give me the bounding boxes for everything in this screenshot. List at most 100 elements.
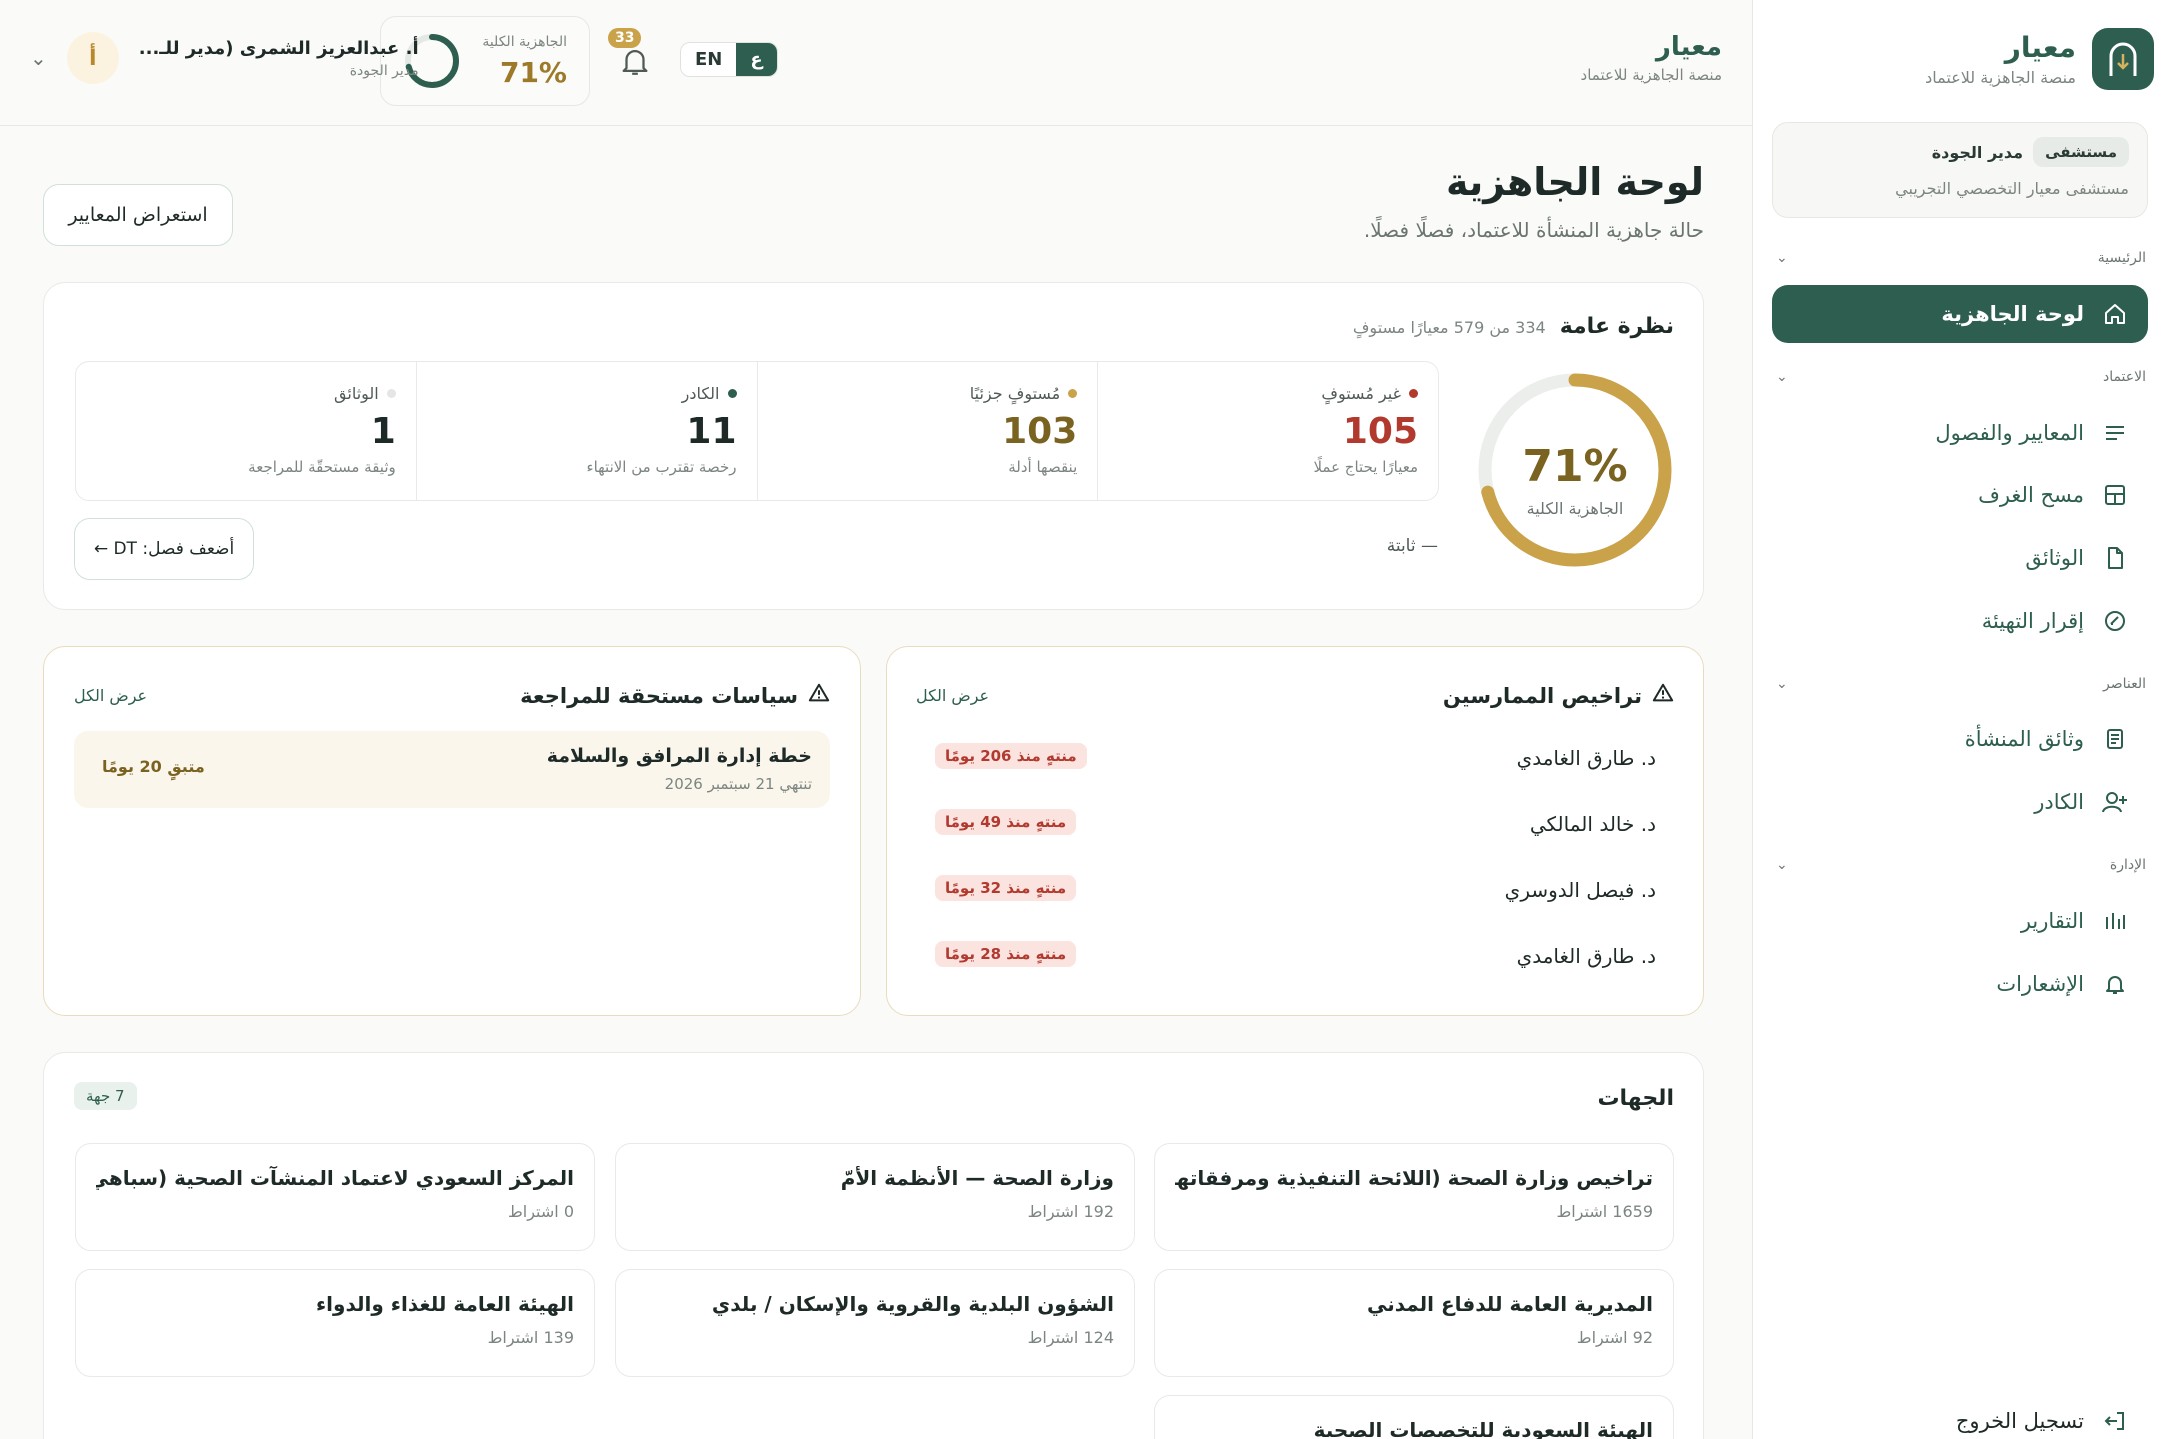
- status-dot-icon: [1068, 389, 1078, 398]
- licenses-header: تراخيص الممارسين: [1443, 682, 1674, 709]
- warning-icon: [1652, 682, 1674, 709]
- status-dot-icon: [1409, 389, 1418, 398]
- stat-label: الكادر: [681, 384, 720, 403]
- overview-header: نظرة عامة 334 من 579 معيارًا مستوفٍ: [1353, 314, 1674, 339]
- topbar-brand: معيار منصة الجاهزية للاعتماد: [1581, 32, 1722, 84]
- readiness-mini-value: 71%: [499, 55, 567, 89]
- entity-count: 0 اشتراط: [507, 1202, 574, 1221]
- logout-icon: [2102, 1408, 2128, 1434]
- licenses-title: تراخيص الممارسين: [1442, 683, 1642, 708]
- entity-name: الهيئة السعودية للتخصصات الصحية: [1313, 1418, 1653, 1439]
- policy-name: خطة إدارة المرافق والسلامة: [546, 745, 812, 767]
- license-status-badge: منتهٍ منذ 49 يومًا: [935, 809, 1077, 835]
- license-row-name[interactable]: د. طارق الغامدي: [1517, 746, 1656, 770]
- sidebar-item-documents[interactable]: الوثائق: [1772, 529, 2148, 587]
- sidebar-item-notifications[interactable]: الإشعارات: [1772, 955, 2148, 1013]
- stat-value: 105: [1342, 411, 1418, 452]
- stat-value: 11: [686, 411, 737, 452]
- readiness-ring-value: 71%: [1522, 441, 1627, 492]
- nav-section-label: الرئيسية: [2097, 250, 2146, 266]
- sign-icon: [2102, 608, 2128, 634]
- status-dot-icon: [386, 389, 396, 398]
- sidebar-item-readiness-declaration[interactable]: إقرار التهيئة: [1772, 592, 2148, 650]
- file-list-icon: [2102, 726, 2128, 752]
- status-dot-icon: [727, 389, 737, 398]
- chevron-down-icon[interactable]: ⌄: [1776, 369, 1788, 385]
- entity-name: المركز السعودي لاعتماد المنشآت الصحية (س…: [96, 1166, 574, 1190]
- logout-button[interactable]: تسجيل الخروج: [1772, 1392, 2148, 1439]
- stat-staff[interactable]: الكادر 11 رخصة تقترب من الانتهاء: [415, 362, 757, 500]
- nav-section-accreditation[interactable]: الاعتماد ⌄: [1776, 369, 2146, 385]
- language-switcher[interactable]: EN ع: [680, 42, 778, 77]
- notification-bell-icon[interactable]: [618, 44, 652, 82]
- chevron-down-icon[interactable]: ⌄: [1776, 857, 1788, 873]
- stat-value: 1: [370, 411, 396, 452]
- chevron-down-icon[interactable]: ⌄: [1776, 250, 1788, 266]
- nav-section-label: العناصر: [2102, 676, 2146, 692]
- license-row-name[interactable]: د. خالد المالكي: [1530, 812, 1656, 836]
- entity-card[interactable]: الشؤون البلدية والقروية والإسكان / بلدي …: [615, 1269, 1135, 1377]
- lang-ar-button[interactable]: ع: [736, 43, 777, 76]
- stat-label: مُستوفٍ جزئيًا: [969, 384, 1061, 403]
- license-row-name[interactable]: د. طارق الغامدي: [1517, 944, 1656, 968]
- brand-logo-icon: [2092, 28, 2154, 90]
- sidebar-item-reports[interactable]: التقارير: [1772, 892, 2148, 950]
- sidebar-item-label: إقرار التهيئة: [1981, 609, 2084, 633]
- bars-icon: [2102, 908, 2128, 934]
- trend-indicator: — ثابتة: [1386, 536, 1438, 556]
- avatar[interactable]: أ: [66, 32, 119, 84]
- entity-name: الهيئة العامة للغذاء والدواء: [315, 1292, 574, 1316]
- topbar-brand-subtitle: منصة الجاهزية للاعتماد: [1580, 66, 1722, 84]
- stat-caption: وثيقة مستحقّة للمراجعة: [248, 458, 396, 476]
- nav-section-main[interactable]: الرئيسية ⌄: [1776, 250, 2146, 266]
- nav-section-elements[interactable]: العناصر ⌄: [1776, 676, 2146, 692]
- bell-icon: [2102, 971, 2128, 997]
- entity-card[interactable]: وزارة الصحة — الأنظمة الأمّ 192 اشتراط: [615, 1143, 1135, 1251]
- sidebar-item-label: لوحة الجاهزية: [1941, 302, 2084, 326]
- sidebar-item-dashboard[interactable]: لوحة الجاهزية: [1772, 285, 2148, 343]
- stat-documents[interactable]: الوثائق 1 وثيقة مستحقّة للمراجعة: [76, 362, 416, 500]
- readiness-ring-label: الجاهزية الكلية: [1527, 499, 1624, 519]
- sidebar-item-staff[interactable]: الكادر: [1772, 773, 2148, 831]
- sidebar-item-standards[interactable]: المعايير والفصول: [1772, 404, 2148, 462]
- entity-name: الشؤون البلدية والقروية والإسكان / بلدي: [711, 1292, 1114, 1316]
- stat-partially-met[interactable]: مُستوفٍ جزئيًا 103 ينقصها أدلة: [756, 362, 1098, 500]
- policy-remaining-badge: متبقٍ 20 يومًا: [102, 757, 205, 776]
- page-title: لوحة الجاهزية: [1445, 160, 1704, 204]
- user-menu[interactable]: ⌄ أ أ. عبدالعزيز الشمرى (مدير للـ... مدي…: [30, 32, 419, 84]
- entity-card[interactable]: الهيئة السعودية للتخصصات الصحية: [1154, 1395, 1674, 1439]
- entity-card[interactable]: المركز السعودي لاعتماد المنشآت الصحية (س…: [75, 1143, 595, 1251]
- sidebar-item-label: وثائق المنشأة: [1964, 727, 2084, 751]
- lang-en-button[interactable]: EN: [681, 43, 737, 76]
- license-row-name[interactable]: د. فيصل الدوسري: [1505, 878, 1656, 902]
- entity-card[interactable]: المديرية العامة للدفاع المدني 92 اشتراط: [1154, 1269, 1674, 1377]
- warning-icon: [808, 682, 830, 709]
- sidebar-brand: معيار منصة الجاهزية للاعتماد: [1833, 28, 2154, 90]
- brand-subtitle: منصة الجاهزية للاعتماد: [1925, 68, 2076, 87]
- chevron-down-icon[interactable]: ⌄: [30, 46, 47, 70]
- nav-section-management[interactable]: الإدارة ⌄: [1776, 857, 2146, 873]
- organization-card[interactable]: مستشفى مدير الجودة مستشفى معيار التخصصي …: [1772, 122, 2148, 218]
- policy-date: تنتهي 21 سبتمبر 2026: [664, 775, 812, 793]
- chevron-down-icon[interactable]: ⌄: [1776, 676, 1788, 692]
- org-role: مدير الجودة: [1931, 142, 2024, 162]
- notification-count-badge: 33: [608, 28, 642, 48]
- user-add-icon: [2102, 789, 2128, 815]
- entity-card[interactable]: تراخيص وزارة الصحة (اللائحة التنفيذية وم…: [1154, 1143, 1674, 1251]
- sidebar-item-label: مسح الغرف: [1978, 483, 2084, 507]
- weakest-chapter-button[interactable]: أضعف فصل: DT ←: [74, 518, 254, 580]
- entity-card[interactable]: الهيئة العامة للغذاء والدواء 139 اشتراط: [75, 1269, 595, 1377]
- user-name: أ. عبدالعزيز الشمرى (مدير للـ...: [138, 37, 419, 59]
- overview-title: نظرة عامة: [1559, 314, 1674, 339]
- license-status-badge: منتهٍ منذ 206 يومًا: [935, 743, 1087, 769]
- sidebar-item-room-survey[interactable]: مسح الغرف: [1772, 466, 2148, 524]
- policy-row[interactable]: خطة إدارة المرافق والسلامة تنتهي 21 سبتم…: [74, 731, 830, 808]
- stat-not-met[interactable]: غير مُستوفٍ 105 معيارًا يحتاج عملًا: [1097, 362, 1438, 500]
- license-status-badge: منتهٍ منذ 32 يومًا: [935, 875, 1077, 901]
- browse-standards-button[interactable]: استعراض المعايير: [43, 184, 233, 246]
- policies-title: سياسات مستحقة للمراجعة: [520, 683, 798, 708]
- licenses-view-all-link[interactable]: عرض الكل: [916, 686, 989, 705]
- stat-caption: ينقصها أدلة: [1008, 458, 1078, 476]
- sidebar-item-facility-documents[interactable]: وثائق المنشأة: [1772, 710, 2148, 768]
- policies-view-all-link[interactable]: عرض الكل: [74, 686, 147, 705]
